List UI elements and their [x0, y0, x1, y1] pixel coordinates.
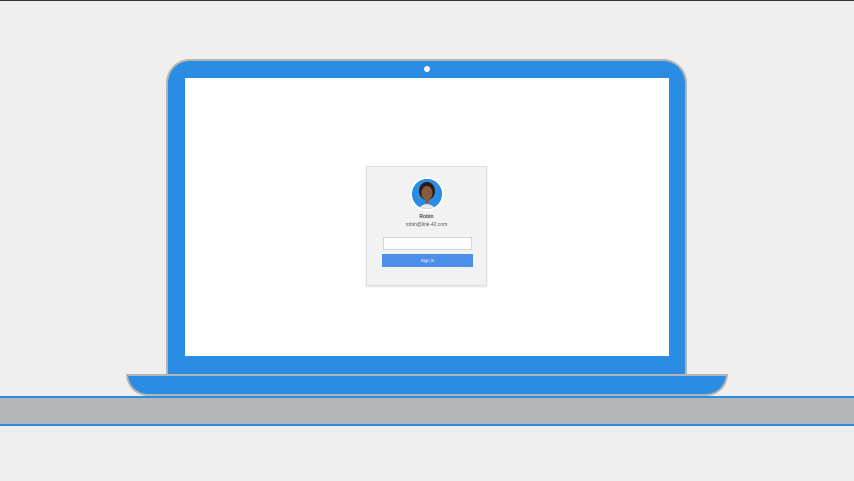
- laptop-base: [126, 374, 728, 396]
- user-email: robin@link-42.com: [405, 222, 448, 228]
- webcam-icon: [424, 66, 430, 72]
- desk-surface: [0, 396, 854, 426]
- user-avatar-icon: [410, 177, 444, 211]
- illustration-stage: Robin robin@link-42.com Sign in: [0, 0, 854, 481]
- signin-button[interactable]: Sign in: [382, 254, 473, 267]
- login-card: Robin robin@link-42.com Sign in: [366, 166, 487, 286]
- user-name: Robin: [419, 214, 434, 220]
- password-input[interactable]: [383, 237, 472, 250]
